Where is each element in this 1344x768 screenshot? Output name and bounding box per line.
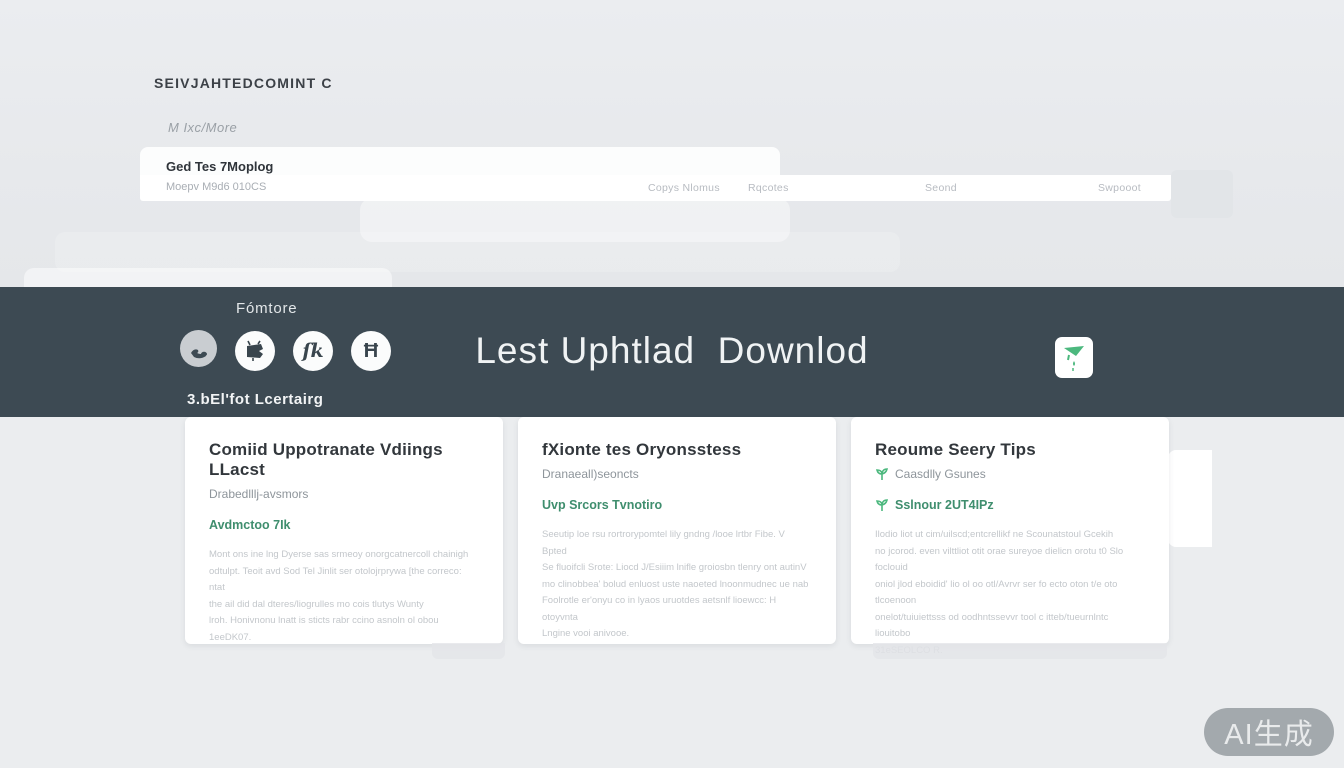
panel-title: Ged Tes 7Moplog: [166, 159, 273, 174]
partial-edge-card: [1168, 450, 1212, 547]
blob-logo-icon[interactable]: [180, 330, 217, 367]
hero-subtitle: 3.bEl'fot Lcertairg: [187, 391, 323, 408]
nav-item-4[interactable]: Swpooot: [1098, 182, 1141, 194]
card-title: Comiid Uppotranate Vdiings LLacst: [209, 440, 479, 480]
panel-subtitle: Moepv M9d6 010CS: [166, 181, 266, 193]
card-body-text: Ilodio liot ut cim/uilscd;entcrellikf ne…: [875, 527, 1145, 659]
hero-banner: Fómtore Lest Uphtlad Downlod 3.bEl'fot L…: [0, 287, 1344, 417]
nav-item-3[interactable]: Seond: [925, 182, 957, 194]
hero-eyebrow: Fómtore: [236, 300, 297, 317]
nav-item-2[interactable]: Rqcotes: [748, 182, 789, 194]
hero-icon-row: ſk Ħ: [180, 331, 391, 371]
nav-item-1[interactable]: Copys Nlomus: [648, 182, 720, 194]
tv-burst-icon[interactable]: [235, 331, 275, 371]
card-title: fXionte tes Oryonsstess: [542, 440, 812, 460]
flag-h-icon[interactable]: Ħ: [351, 331, 391, 371]
card-options[interactable]: fXionte tes Oryonsstess Dranaeall)seonct…: [518, 417, 836, 644]
card-subtitle-text: Caasdlly Gsunes: [895, 467, 986, 481]
card-link[interactable]: Sslnour 2UT4IPz: [875, 498, 1145, 512]
decorative-shadow: [873, 643, 1167, 659]
breadcrumb: M Ixc/More: [168, 120, 237, 135]
card-link-text: Sslnour 2UT4IPz: [895, 498, 994, 512]
script-fk-glyph: ſk: [302, 340, 323, 362]
card-link[interactable]: Uvp Srcors Tvnotiro: [542, 498, 812, 512]
card-subtitle: Dranaeall)seoncts: [542, 467, 812, 481]
card-tips[interactable]: Reoume Seery Tips Caasdlly Gsunes Sslnou…: [851, 417, 1169, 644]
card-subtitle-text: Dranaeall)seoncts: [542, 467, 639, 481]
green-funnel-download-icon[interactable]: [1055, 337, 1093, 378]
card-body-text: Seeutip loe rsu rortrorypomtel lily gndn…: [542, 527, 812, 643]
sprout-icon: [875, 498, 889, 512]
card-subtitle: Drabedlllj-avsmors: [209, 487, 479, 501]
card-body-text: Mont ons ine lng Dyerse sas srmeoy onorg…: [209, 547, 479, 646]
decorative-panel: [24, 268, 392, 288]
card-link[interactable]: Avdmctoo 7Ik: [209, 518, 479, 532]
card-updates[interactable]: Comiid Uppotranate Vdiings LLacst Drabed…: [185, 417, 503, 644]
top-section: SEIVJAHTEDCOMINT C M Ixc/More Ged Tes 7M…: [0, 0, 1344, 287]
flag-h-glyph: Ħ: [364, 340, 378, 363]
card-title: Reoume Seery Tips: [875, 440, 1145, 460]
card-link-text: Avdmctoo 7Ik: [209, 518, 291, 532]
decorative-panel: [55, 232, 900, 272]
cards-section: Comiid Uppotranate Vdiings LLacst Drabed…: [0, 417, 1344, 768]
card-subtitle: Caasdlly Gsunes: [875, 467, 1145, 481]
script-fk-icon[interactable]: ſk: [293, 331, 333, 371]
card-link-text: Uvp Srcors Tvnotiro: [542, 498, 662, 512]
page: SEIVJAHTEDCOMINT C M Ixc/More Ged Tes 7M…: [0, 0, 1344, 768]
card-subtitle-text: Drabedlllj-avsmors: [209, 487, 308, 501]
sprout-icon: [875, 467, 889, 481]
page-title: SEIVJAHTEDCOMINT C: [154, 75, 333, 91]
decorative-shadow: [432, 643, 505, 659]
nav-right-panel: [1171, 170, 1233, 218]
ai-generated-watermark: AI生成: [1204, 708, 1334, 756]
